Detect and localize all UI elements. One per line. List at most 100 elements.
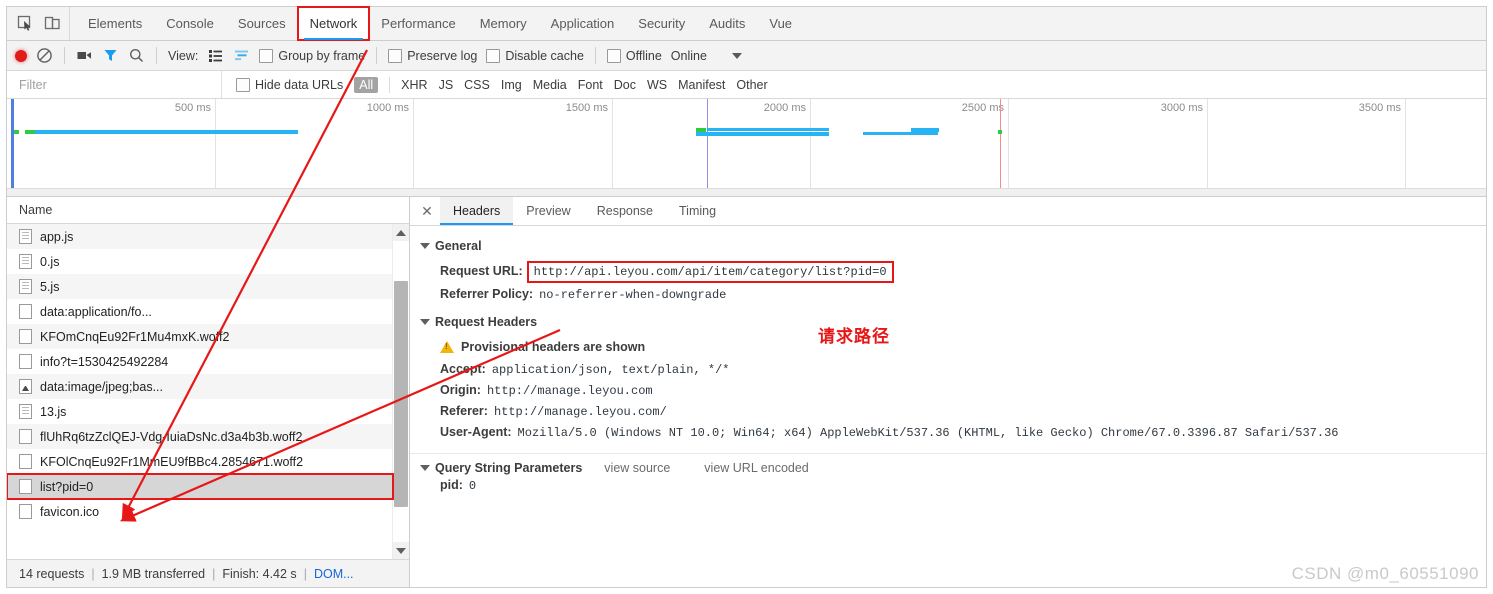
list-view-icon[interactable]	[207, 47, 224, 64]
request-name: app.js	[40, 230, 73, 244]
filter-type-manifest[interactable]: Manifest	[678, 78, 725, 92]
request-row-fluhrq-woff2[interactable]: flUhRq6tzZclQEJ-Vdg-IuiaDsNc.d3a4b3b.wof…	[7, 424, 393, 449]
filter-type-img[interactable]: Img	[501, 78, 522, 92]
overview-bar	[998, 130, 1002, 134]
throttling-value[interactable]: Online	[671, 49, 707, 63]
offline-checkbox[interactable]: Offline	[607, 49, 662, 63]
tab-headers[interactable]: Headers	[440, 197, 513, 225]
devtools-tool-icons	[7, 7, 70, 40]
tab-console[interactable]: Console	[154, 7, 226, 40]
scrollbar-thumb[interactable]	[394, 281, 408, 507]
query-string-section: Query String Parameters view source view…	[410, 453, 1486, 475]
tab-label: Security	[638, 16, 685, 31]
general-section-header[interactable]: General	[420, 239, 1486, 253]
tab-label: Console	[166, 16, 214, 31]
tab-label: Application	[551, 16, 615, 31]
view-url-encoded-link[interactable]: view URL encoded	[704, 461, 808, 475]
clear-icon[interactable]	[36, 47, 53, 64]
filter-type-doc[interactable]: Doc	[614, 78, 636, 92]
network-panes: Name app.js 0.js 5.js	[7, 197, 1486, 587]
tab-label: Audits	[709, 16, 745, 31]
tab-sources[interactable]: Sources	[226, 7, 298, 40]
waterfall-view-icon[interactable]	[233, 47, 250, 64]
filter-type-other[interactable]: Other	[736, 78, 767, 92]
scroll-down-arrow-icon[interactable]	[393, 542, 409, 559]
query-string-section-header[interactable]: Query String Parameters	[420, 461, 582, 475]
hide-data-urls-checkbox[interactable]: Hide data URLs	[236, 78, 343, 92]
tab-memory[interactable]: Memory	[468, 7, 539, 40]
tab-audits[interactable]: Audits	[697, 7, 757, 40]
request-name: list?pid=0	[40, 480, 93, 494]
csdn-watermark: CSDN @m0_60551090	[1292, 564, 1479, 584]
close-icon[interactable]: ✕	[414, 197, 440, 225]
filter-type-js[interactable]: JS	[439, 78, 454, 92]
script-file-icon	[19, 279, 32, 294]
overview-bar	[707, 128, 829, 131]
network-overview-timeline[interactable]: 500 ms 1000 ms 1500 ms 2000 ms 2500 ms 3…	[7, 99, 1486, 197]
search-icon[interactable]	[128, 47, 145, 64]
param-value: 0	[469, 479, 476, 493]
request-row-favicon[interactable]: favicon.ico	[7, 499, 393, 524]
general-request-url-row: Request URL: http://api.leyou.com/api/it…	[420, 260, 1486, 284]
preserve-log-checkbox[interactable]: Preserve log	[388, 49, 477, 63]
tab-elements[interactable]: Elements	[76, 7, 154, 40]
network-toolbar: View: Group by frame Preserve log	[7, 41, 1486, 71]
checkbox-box	[259, 49, 273, 63]
request-row-13-js[interactable]: 13.js	[7, 399, 393, 424]
request-row-kfolcnqeu92-woff2[interactable]: KFOlCnqEu92Fr1MmEU9fBBc4.2854671.woff2	[7, 449, 393, 474]
request-row-data-image-jpeg[interactable]: data:image/jpeg;bas...	[7, 374, 393, 399]
headers-detail-content: General Request URL: http://api.leyou.co…	[410, 226, 1486, 587]
group-by-frame-checkbox[interactable]: Group by frame	[259, 49, 365, 63]
record-button-icon[interactable]	[15, 50, 27, 62]
tab-timing[interactable]: Timing	[666, 197, 729, 225]
request-row-0-js[interactable]: 0.js	[7, 249, 393, 274]
filter-type-ws[interactable]: WS	[647, 78, 667, 92]
toolbar-divider	[376, 47, 377, 64]
view-source-link[interactable]: view source	[604, 461, 670, 475]
request-list-scrollbar[interactable]	[392, 224, 409, 559]
overview-bar	[35, 130, 298, 134]
request-list[interactable]: app.js 0.js 5.js data:application/fo...	[7, 224, 409, 559]
disable-cache-checkbox[interactable]: Disable cache	[486, 49, 584, 63]
filter-type-css[interactable]: CSS	[464, 78, 490, 92]
tab-security[interactable]: Security	[626, 7, 697, 40]
request-row-data-application-font[interactable]: data:application/fo...	[7, 299, 393, 324]
request-headers-section-header[interactable]: Request Headers	[420, 315, 1486, 329]
device-toolbar-icon[interactable]	[44, 15, 61, 32]
column-header-name[interactable]: Name	[7, 197, 409, 224]
view-label: View:	[168, 49, 198, 63]
filter-type-all[interactable]: All	[354, 77, 378, 93]
inspect-element-icon[interactable]	[17, 15, 34, 32]
tab-label: Sources	[238, 16, 286, 31]
request-row-kfomcnqeu92-woff2[interactable]: KFOmCnqEu92Fr1Mu4mxK.woff2	[7, 324, 393, 349]
toolbar-divider	[64, 47, 65, 64]
filter-type-media[interactable]: Media	[533, 78, 567, 92]
filter-type-font[interactable]: Font	[578, 78, 603, 92]
status-divider: |	[212, 567, 215, 581]
chevron-down-icon[interactable]	[732, 53, 742, 59]
request-row-app-js[interactable]: app.js	[7, 224, 393, 249]
generic-file-icon	[19, 429, 32, 444]
filter-input[interactable]: Filter	[7, 71, 222, 98]
request-url-value[interactable]: http://api.leyou.com/api/item/category/l…	[529, 263, 892, 281]
query-string-view-links: view source view URL encoded	[604, 461, 808, 475]
camera-icon[interactable]	[76, 47, 93, 64]
funnel-icon[interactable]	[102, 47, 119, 64]
devtools-tabbar: Elements Console Sources Network Perform…	[7, 7, 1486, 41]
request-row-5-js[interactable]: 5.js	[7, 274, 393, 299]
tab-network[interactable]: Network	[298, 7, 370, 40]
tab-application[interactable]: Application	[539, 7, 627, 40]
request-list-pane: Name app.js 0.js 5.js	[7, 197, 410, 587]
filter-type-xhr[interactable]: XHR	[401, 78, 427, 92]
generic-file-icon	[19, 329, 32, 344]
tab-preview[interactable]: Preview	[513, 197, 583, 225]
overview-scroll-strip[interactable]	[7, 188, 1486, 196]
overview-left-handle[interactable]	[11, 99, 14, 189]
request-row-list-pid[interactable]: list?pid=0	[7, 474, 393, 499]
tab-response[interactable]: Response	[584, 197, 666, 225]
request-row-info[interactable]: info?t=1530425492284	[7, 349, 393, 374]
scroll-up-arrow-icon[interactable]	[393, 224, 409, 241]
tab-performance[interactable]: Performance	[369, 7, 467, 40]
header-key: User-Agent:	[440, 425, 512, 439]
tab-vue[interactable]: Vue	[757, 7, 804, 40]
